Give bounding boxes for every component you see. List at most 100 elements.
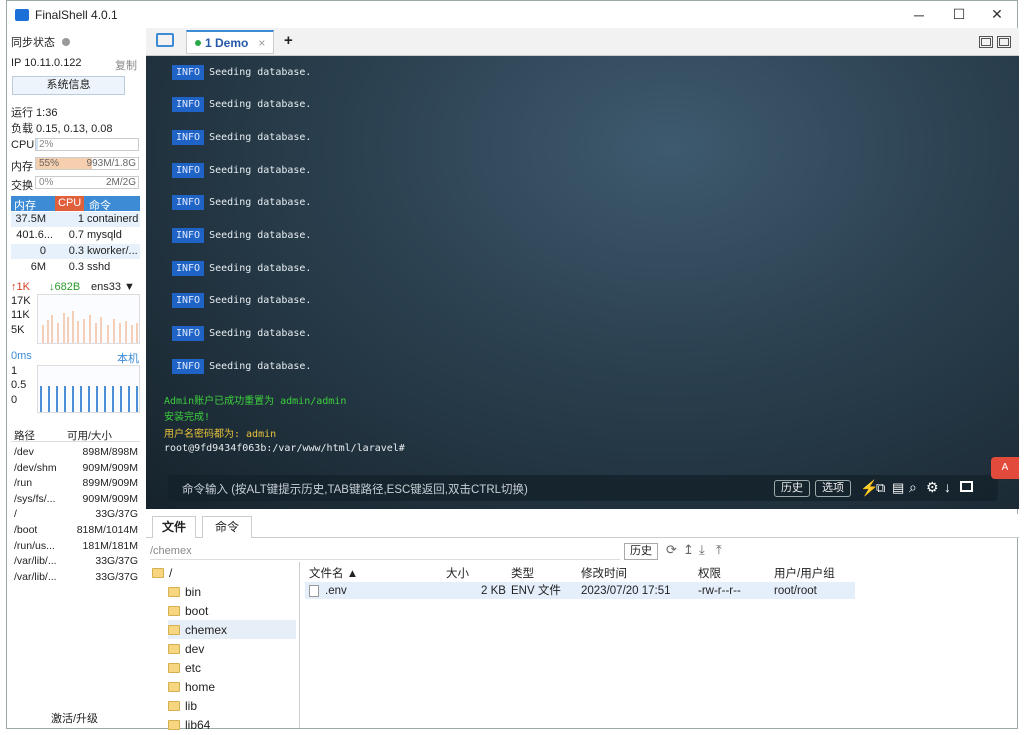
col-owner[interactable]: 用户/用户组 <box>774 565 835 581</box>
tree-item[interactable]: lib <box>168 696 197 715</box>
download-icon[interactable]: ⤓ <box>699 542 705 558</box>
disk-row[interactable]: /sys/fs/... 909M/909M <box>11 492 140 507</box>
disk-row[interactable]: /dev/shm 909M/909M <box>11 461 140 476</box>
folder-open-icon[interactable] <box>156 33 174 47</box>
info-badge: INFO <box>172 358 205 374</box>
tab-close-icon[interactable]: × <box>258 36 265 50</box>
uptime-text: 运行 1:36 <box>11 107 58 119</box>
col-permission[interactable]: 权限 <box>698 565 721 581</box>
ping-graph <box>37 365 140 413</box>
layout-list-icon[interactable] <box>979 36 993 48</box>
arrow-down-icon[interactable]: ↓ <box>944 479 951 495</box>
log-text: Seeding database. <box>209 262 312 274</box>
new-tab-button[interactable]: + <box>284 32 293 49</box>
tree-item[interactable]: lib64 <box>168 715 210 734</box>
proc-col-cpu[interactable]: CPU <box>55 196 85 211</box>
upload-icon[interactable]: ⤒ <box>716 542 722 558</box>
copy-ip-link[interactable]: 复制 <box>115 57 137 73</box>
swap-value: 2M/2G <box>105 177 136 188</box>
col-type[interactable]: 类型 <box>511 565 534 581</box>
system-info-button[interactable]: 系统信息 <box>12 76 125 95</box>
command-input-hint[interactable]: 命令输入 (按ALT键提示历史,TAB键路径,ESC键返回,双击CTRL切换) <box>182 481 528 497</box>
disk-path: /boot <box>14 524 38 536</box>
title-bar: FinalShell 4.0.1 ─ ☐ ✕ <box>7 1 1017 28</box>
ping-host[interactable]: 本机 <box>117 350 139 366</box>
file-list: 文件名 ▲ 大小 类型 修改时间 权限 用户/用户组 .env 2 KB ENV… <box>303 562 1019 728</box>
fullscreen-icon[interactable] <box>960 481 973 492</box>
copy-icon[interactable]: ⧉ <box>876 480 885 496</box>
folder-icon <box>168 605 180 616</box>
tree-item[interactable]: bin <box>168 582 201 601</box>
disk-path: /dev <box>14 446 34 458</box>
col-size[interactable]: 大小 <box>446 565 469 581</box>
result-line: 用户名密码都为: admin <box>164 428 277 440</box>
process-row[interactable]: 37.5M 1 containerd <box>11 212 140 227</box>
proc-col-cmd[interactable]: 命令 <box>89 197 111 213</box>
log-line: INFO Seeding database. <box>172 194 311 212</box>
paste-icon[interactable]: ▤ <box>892 480 904 496</box>
session-tab-bar: 1 Demo × + <box>146 28 1019 56</box>
activate-upgrade-link[interactable]: 激活/升级 <box>51 710 98 726</box>
tree-item[interactable]: boot <box>168 601 208 620</box>
disk-col-size[interactable]: 可用/大小 <box>67 428 112 443</box>
disk-row[interactable]: /var/lib/... 33G/37G <box>11 570 140 585</box>
parent-dir-icon[interactable]: ↥ <box>683 542 694 558</box>
disk-row[interactable]: /dev 898M/898M <box>11 445 140 460</box>
tab-demo[interactable]: 1 Demo × <box>186 30 274 54</box>
shell-prompt: root@9fd9434f063b:/var/www/html/laravel# <box>164 443 405 454</box>
cpu-bar: 2% <box>35 138 139 151</box>
tree-item[interactable]: dev <box>168 639 204 658</box>
file-name[interactable]: .env <box>325 583 347 599</box>
disk-row[interactable]: /run/us... 181M/181M <box>11 539 140 554</box>
log-text: Seeding database. <box>209 360 312 372</box>
proc-col-mem[interactable]: 内存 <box>14 197 36 213</box>
close-button[interactable]: ✕ <box>977 1 1017 28</box>
process-row[interactable]: 401.6... 0.7 mysqld <box>11 228 140 243</box>
folder-icon <box>168 719 180 730</box>
cpu-label: CPU <box>11 139 35 151</box>
process-row[interactable]: 0 0.3 kworker/... <box>11 244 140 259</box>
log-text: Seeding database. <box>209 197 312 209</box>
tree-item-label: chemex <box>185 622 228 637</box>
gear-icon[interactable]: ⚙ <box>926 479 939 496</box>
search-icon[interactable]: ⌕ <box>909 479 917 496</box>
result-line: Admin账户已成功重置为 admin/admin <box>164 395 347 407</box>
options-button[interactable]: 选项 <box>815 480 851 497</box>
minimize-button[interactable]: ─ <box>899 1 939 28</box>
translate-widget-icon[interactable]: A <box>991 457 1019 479</box>
layout-grid-icon[interactable] <box>997 36 1011 48</box>
net-interface-select[interactable]: ens33 ▼ <box>91 281 135 293</box>
tree-item[interactable]: home <box>168 677 215 696</box>
log-text: Seeding database. <box>209 328 312 340</box>
process-row[interactable]: 6M 0.3 sshd <box>11 260 140 275</box>
tree-item[interactable]: etc <box>168 658 201 677</box>
ip-label: IP 10.11.0.122 <box>11 57 82 69</box>
refresh-icon[interactable]: ⟳ <box>666 542 677 558</box>
tree-item[interactable]: / <box>152 563 172 582</box>
path-history-button[interactable]: 历史 <box>624 543 658 560</box>
tree-item-label: etc <box>185 660 202 675</box>
disk-row[interactable]: /run 899M/909M <box>11 476 140 491</box>
log-line: INFO Seeding database. <box>172 161 311 179</box>
mem-value: 993M/1.8G <box>86 158 136 169</box>
info-badge: INFO <box>172 97 205 113</box>
tree-item[interactable]: chemex <box>168 620 296 639</box>
disk-col-path[interactable]: 路径 <box>14 428 35 443</box>
tab-files[interactable]: 文件 <box>152 516 196 538</box>
path-input[interactable] <box>150 542 620 560</box>
proc-cpu: 0.3 <box>68 245 84 257</box>
col-filename[interactable]: 文件名 ▲ <box>309 565 358 581</box>
file-row[interactable] <box>305 582 855 599</box>
tab-commands[interactable]: 命令 <box>202 516 252 538</box>
maximize-button[interactable]: ☐ <box>939 1 979 28</box>
disk-row[interactable]: / 33G/37G <box>11 507 140 522</box>
process-table-header[interactable]: 内存 CPU 命令 <box>11 196 140 213</box>
ping-scale-mid: 0.5 <box>11 379 27 391</box>
disk-row[interactable]: /boot 818M/1014M <box>11 523 140 538</box>
col-mtime[interactable]: 修改时间 <box>581 565 627 581</box>
terminal-output[interactable]: INFO Seeding database. INFO Seeding databas… <box>146 56 1019 509</box>
command-input-bar[interactable]: 命令输入 (按ALT键提示历史,TAB键路径,ESC键返回,双击CTRL切换) … <box>168 475 998 501</box>
history-button[interactable]: 历史 <box>774 480 810 497</box>
disk-row[interactable]: /var/lib/... 33G/37G <box>11 554 140 569</box>
disk-path: /run <box>14 477 33 490</box>
